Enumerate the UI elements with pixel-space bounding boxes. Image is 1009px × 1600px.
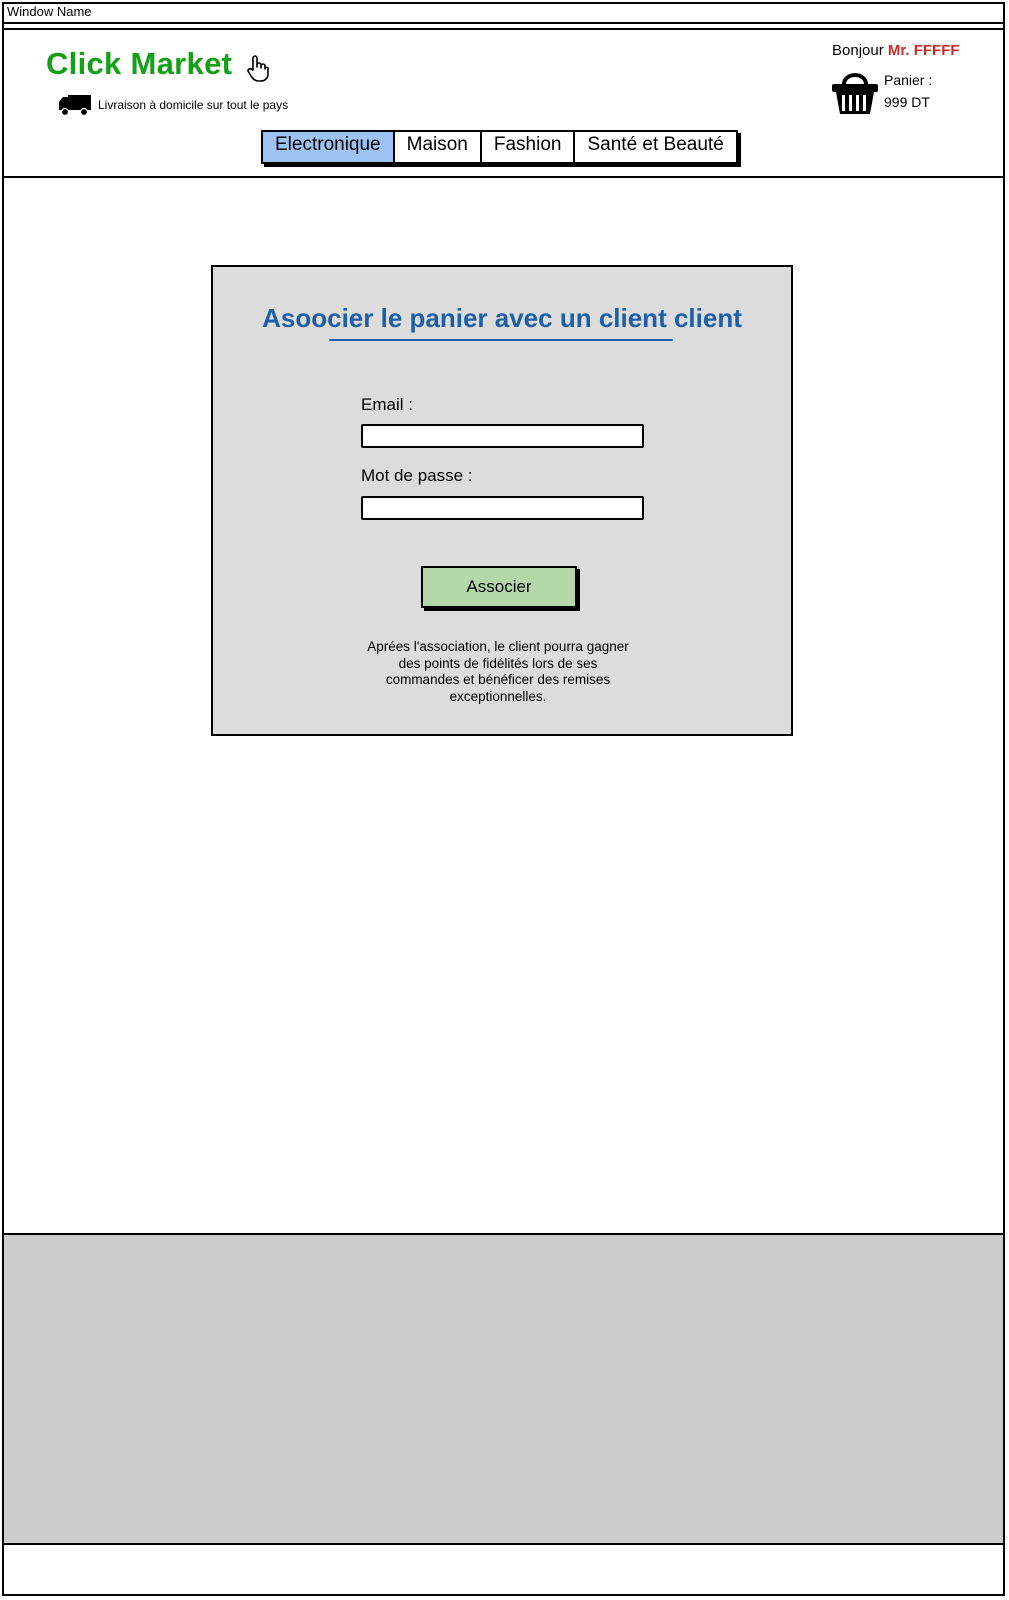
category-tabs: Electronique Maison Fashion Santé et Bea… [261,130,738,164]
tab-maison[interactable]: Maison [395,132,482,162]
panel-title: Asoocier le panier avec un client client [262,303,742,333]
greeting-label: Bonjour [832,42,884,59]
associate-cart-panel: Asoocier le panier avec un client client… [211,265,793,736]
associate-button[interactable]: Associer [421,566,577,608]
window-titlebar: Window Name [2,2,1005,24]
loyalty-note: Aprées l'association, le client pourra g… [367,639,629,704]
cart-total: 999 DT [884,94,930,110]
password-field[interactable] [361,496,644,520]
title-underline [329,339,673,341]
page-footer [4,1233,1003,1545]
cart-label: Panier : [884,72,933,88]
email-label: Email : [361,395,413,414]
email-field[interactable] [361,424,644,448]
basket-icon[interactable] [830,70,880,118]
user-greeting: Bonjour Mr. FFFFF [832,42,960,59]
password-label: Mot de passe : [361,466,473,485]
site-header: Click Market Livraison à domicile sur to… [4,28,1003,178]
user-name[interactable]: Mr. FFFFF [888,42,960,59]
site-logo[interactable]: Click Market [46,46,232,82]
tab-fashion[interactable]: Fashion [482,132,576,162]
tab-electronique[interactable]: Electronique [263,132,395,162]
window-title: Window Name [7,4,92,19]
delivery-info: Livraison à domicile sur tout le pays [98,98,289,112]
hand-pointer-icon [247,55,269,82]
tab-sante-beaute[interactable]: Santé et Beauté [575,132,735,162]
truck-icon [59,95,91,117]
